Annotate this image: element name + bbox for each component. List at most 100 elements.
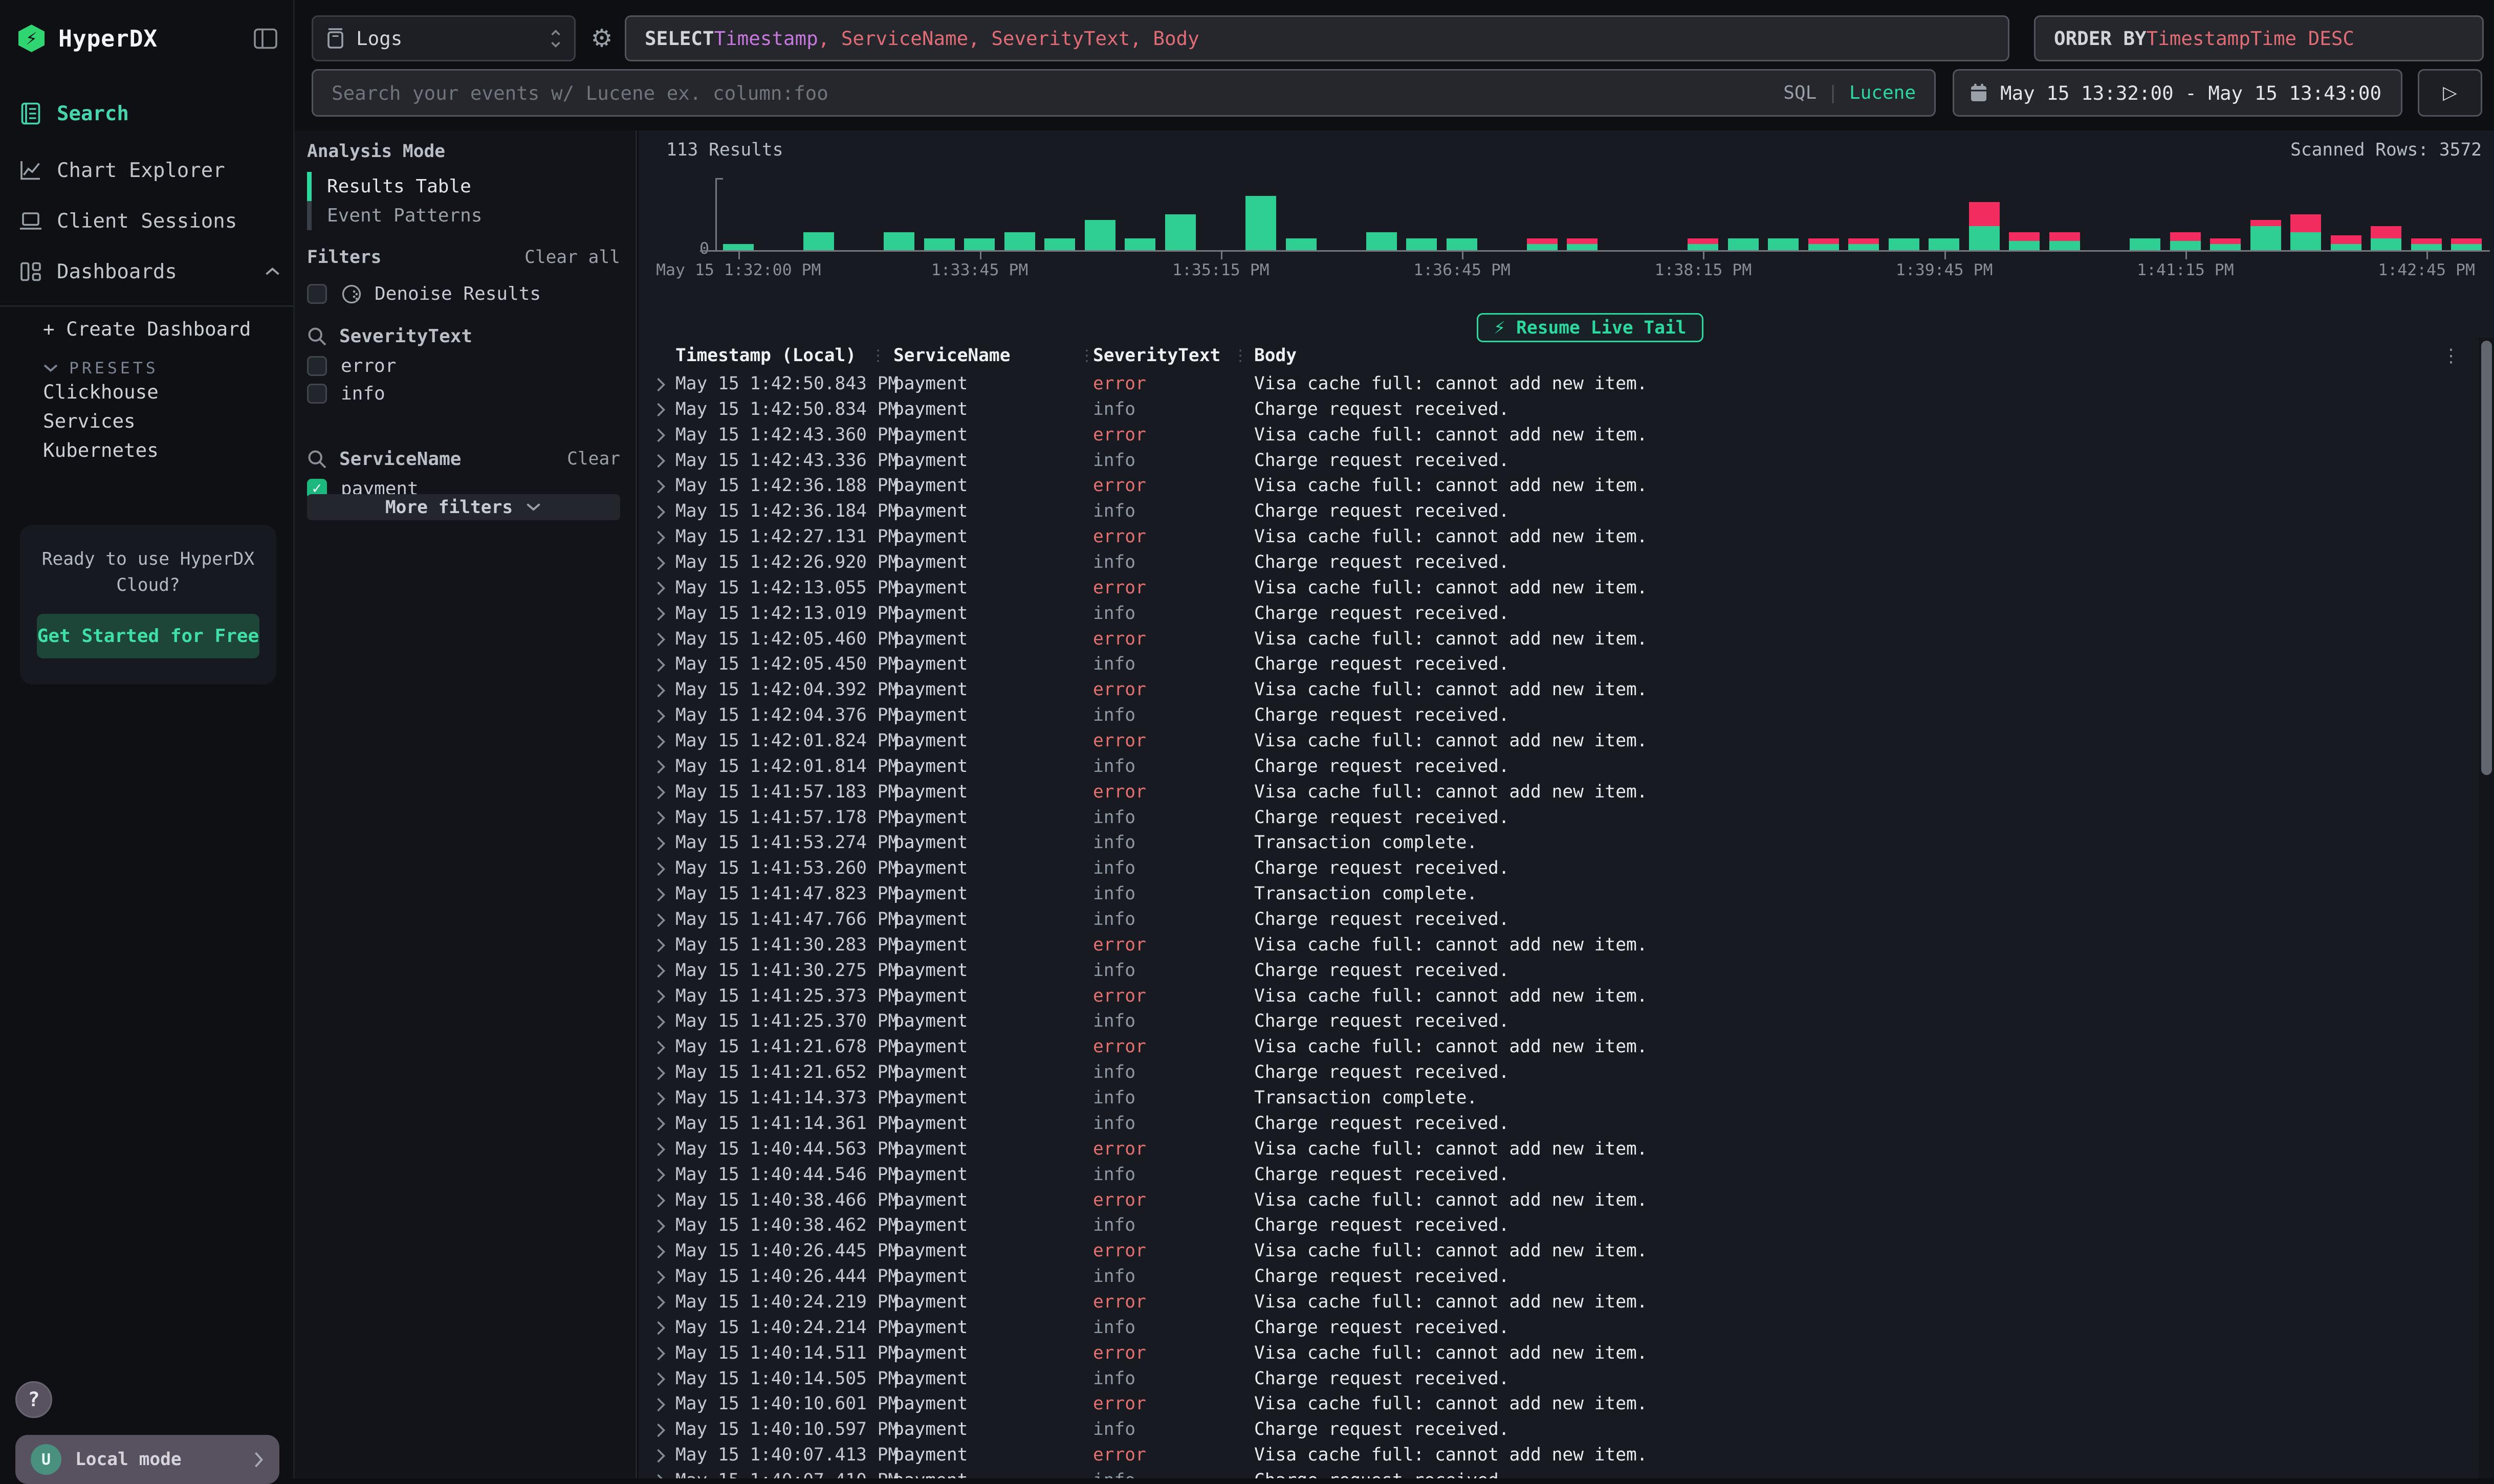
preset-services[interactable]: Services (43, 410, 136, 432)
histogram-bar[interactable] (1808, 238, 1839, 251)
log-table-row[interactable]: May 15 1:40:14.511 PMpaymenterrorVisa ca… (639, 1341, 2473, 1366)
row-expand-chevron-icon[interactable] (655, 1188, 666, 1213)
row-expand-chevron-icon[interactable] (655, 1341, 666, 1366)
row-expand-chevron-icon[interactable] (655, 703, 666, 728)
sidebar-item-search[interactable]: Search (18, 98, 281, 129)
histogram-bar[interactable] (2009, 232, 2040, 250)
filter-group-clear-button[interactable]: Clear (567, 449, 620, 469)
log-table-row[interactable]: May 15 1:41:30.283 PMpaymenterrorVisa ca… (639, 933, 2473, 958)
histogram-bar[interactable] (1728, 238, 1759, 251)
resume-live-tail-button[interactable]: ⚡ Resume Live Tail (1477, 313, 1703, 342)
row-expand-chevron-icon[interactable] (655, 1443, 666, 1468)
histogram-bar[interactable] (2210, 238, 2241, 251)
row-expand-chevron-icon[interactable] (655, 780, 666, 805)
clear-all-filters-button[interactable]: Clear all (524, 247, 620, 268)
log-table-row[interactable]: May 15 1:42:50.834 PMpaymentinfoCharge r… (639, 397, 2473, 423)
mode-results-table[interactable]: Results Table (307, 172, 620, 201)
log-table-row[interactable]: May 15 1:41:21.652 PMpaymentinfoCharge r… (639, 1060, 2473, 1086)
log-table-row[interactable]: May 15 1:40:24.214 PMpaymentinfoCharge r… (639, 1315, 2473, 1341)
row-expand-chevron-icon[interactable] (655, 1238, 666, 1264)
row-expand-chevron-icon[interactable] (655, 1111, 666, 1137)
column-header-servicename[interactable]: ServiceName (893, 345, 1010, 366)
filter-checkbox[interactable] (307, 384, 327, 404)
preset-kubernetes[interactable]: Kubernetes (43, 439, 159, 461)
log-table-row[interactable]: May 15 1:40:10.597 PMpaymentinfoCharge r… (639, 1417, 2473, 1443)
log-table-row[interactable]: May 15 1:41:25.373 PMpaymenterrorVisa ca… (639, 984, 2473, 1009)
row-expand-chevron-icon[interactable] (655, 958, 666, 984)
log-table-row[interactable]: May 15 1:40:07.410 PMpaymentinfoCharge r… (639, 1468, 2473, 1478)
histogram-bar[interactable] (1165, 214, 1196, 251)
histogram-bar[interactable] (1245, 196, 1276, 250)
histogram-bar[interactable] (1688, 238, 1718, 251)
row-expand-chevron-icon[interactable] (655, 830, 666, 856)
sql-select-input[interactable]: SELECT Timestamp, ServiceName, SeverityT… (625, 15, 2009, 61)
sidebar-item-dashboards[interactable]: Dashboards (18, 256, 281, 287)
vertical-scrollbar[interactable] (2479, 338, 2494, 1478)
row-expand-chevron-icon[interactable] (655, 371, 666, 397)
get-started-button[interactable]: Get Started for Free (37, 614, 259, 658)
row-expand-chevron-icon[interactable] (655, 984, 666, 1009)
row-expand-chevron-icon[interactable] (655, 473, 666, 499)
sidebar-item-chart-explorer[interactable]: Chart Explorer (18, 155, 281, 186)
histogram-bar[interactable] (1848, 238, 1879, 251)
log-table-row[interactable]: May 15 1:40:38.466 PMpaymenterrorVisa ca… (639, 1188, 2473, 1213)
histogram-bar[interactable] (2130, 238, 2160, 251)
log-table-row[interactable]: May 15 1:40:38.462 PMpaymentinfoCharge r… (639, 1213, 2473, 1238)
log-table-row[interactable]: May 15 1:42:50.843 PMpaymenterrorVisa ca… (639, 371, 2473, 397)
preset-clickhouse[interactable]: Clickhouse (43, 381, 159, 403)
log-table-row[interactable]: May 15 1:42:36.184 PMpaymentinfoCharge r… (639, 499, 2473, 524)
log-table-row[interactable]: May 15 1:42:36.188 PMpaymenterrorVisa ca… (639, 473, 2473, 499)
log-table-row[interactable]: May 15 1:42:05.450 PMpaymentinfoCharge r… (639, 652, 2473, 677)
log-table-row[interactable]: May 15 1:42:13.019 PMpaymentinfoCharge r… (639, 601, 2473, 627)
histogram-bar[interactable] (1044, 238, 1075, 251)
row-expand-chevron-icon[interactable] (655, 499, 666, 524)
log-table-row[interactable]: May 15 1:41:57.183 PMpaymenterrorVisa ca… (639, 780, 2473, 805)
row-expand-chevron-icon[interactable] (655, 1060, 666, 1086)
histogram-bar[interactable] (1366, 232, 1397, 250)
more-filters-button[interactable]: More filters (307, 494, 620, 520)
histogram-bar[interactable] (2331, 235, 2361, 250)
log-table-row[interactable]: May 15 1:42:27.131 PMpaymenterrorVisa ca… (639, 524, 2473, 550)
column-resize-handle[interactable]: ⋮ (870, 347, 886, 365)
column-header-severitytext[interactable]: SeverityText (1093, 345, 1220, 366)
log-table-row[interactable]: May 15 1:42:05.460 PMpaymenterrorVisa ca… (639, 627, 2473, 652)
row-expand-chevron-icon[interactable] (655, 1366, 666, 1392)
log-table-row[interactable]: May 15 1:40:44.563 PMpaymenterrorVisa ca… (639, 1137, 2473, 1162)
log-table-row[interactable]: May 15 1:41:47.823 PMpaymentinfoTransact… (639, 881, 2473, 907)
help-button[interactable]: ? (15, 1381, 52, 1418)
column-resize-handle[interactable]: ⋮ (1233, 347, 1248, 365)
histogram-bar[interactable] (2250, 220, 2281, 250)
row-expand-chevron-icon[interactable] (655, 1264, 666, 1290)
log-table-row[interactable]: May 15 1:41:53.274 PMpaymentinfoTransact… (639, 830, 2473, 856)
row-expand-chevron-icon[interactable] (655, 907, 666, 933)
log-table-row[interactable]: May 15 1:42:04.392 PMpaymenterrorVisa ca… (639, 677, 2473, 703)
histogram-bar[interactable] (1969, 202, 2000, 250)
histogram-bar[interactable] (964, 238, 995, 251)
log-table-row[interactable]: May 15 1:40:44.546 PMpaymentinfoCharge r… (639, 1162, 2473, 1188)
log-table-row[interactable]: May 15 1:41:30.275 PMpaymentinfoCharge r… (639, 958, 2473, 984)
log-table-row[interactable]: May 15 1:42:01.824 PMpaymenterrorVisa ca… (639, 728, 2473, 754)
histogram-bar[interactable] (1929, 238, 1959, 251)
log-table-row[interactable]: May 15 1:40:26.445 PMpaymenterrorVisa ca… (639, 1238, 2473, 1264)
log-table-row[interactable]: May 15 1:42:13.055 PMpaymenterrorVisa ca… (639, 575, 2473, 601)
row-expand-chevron-icon[interactable] (655, 627, 666, 652)
histogram-bar[interactable] (884, 232, 914, 250)
histogram-bar[interactable] (2411, 238, 2442, 251)
histogram-bar[interactable] (1567, 238, 1598, 251)
source-select[interactable]: Logs (312, 15, 576, 61)
row-expand-chevron-icon[interactable] (655, 1315, 666, 1341)
row-expand-chevron-icon[interactable] (655, 933, 666, 958)
log-table-row[interactable]: May 15 1:42:26.920 PMpaymentinfoCharge r… (639, 550, 2473, 575)
results-histogram[interactable] (718, 178, 2487, 250)
row-expand-chevron-icon[interactable] (655, 1290, 666, 1315)
row-expand-chevron-icon[interactable] (655, 1086, 666, 1111)
row-expand-chevron-icon[interactable] (655, 728, 666, 754)
filter-checkbox[interactable] (307, 356, 327, 376)
log-table-row[interactable]: May 15 1:42:43.360 PMpaymenterrorVisa ca… (639, 423, 2473, 448)
log-table-row[interactable]: May 15 1:41:14.373 PMpaymentinfoTransact… (639, 1086, 2473, 1111)
column-header-body[interactable]: Body (1254, 345, 1297, 366)
denoise-checkbox[interactable] (307, 284, 327, 304)
row-expand-chevron-icon[interactable] (655, 448, 666, 474)
table-options-menu[interactable]: ⋮ (2442, 347, 2460, 365)
log-table-row[interactable]: May 15 1:42:43.336 PMpaymentinfoCharge r… (639, 448, 2473, 474)
